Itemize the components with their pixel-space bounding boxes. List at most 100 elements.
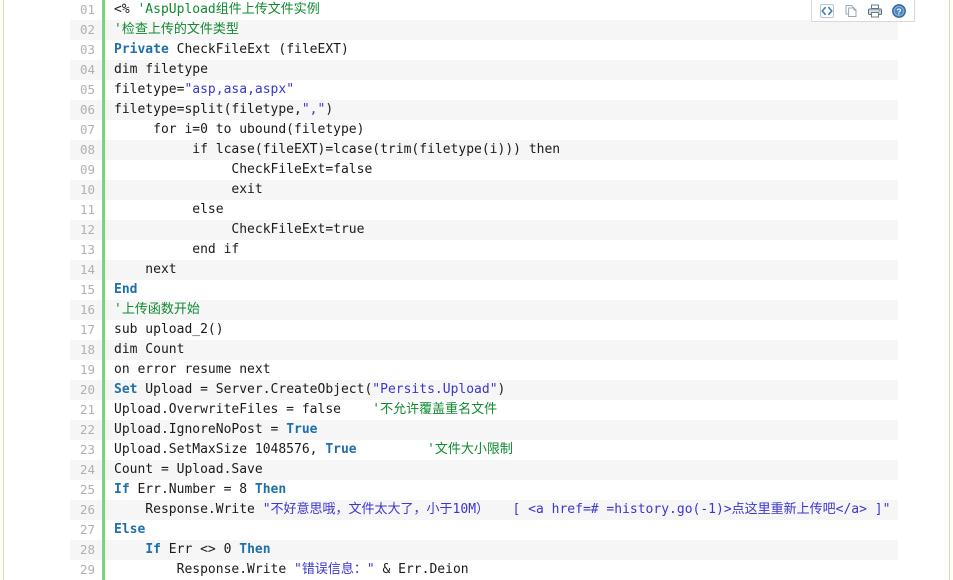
code-token-kw: Private [114,42,169,57]
code-token-txt: Response.Write [114,502,263,517]
code-line: 14 next [70,260,898,280]
code-token-txt: dim Count [114,342,184,357]
print-icon[interactable] [865,2,885,20]
code-token-cmt: '上传函数开始 [114,302,200,317]
code-token-str: "错误信息：" [294,562,375,577]
code-text: If Err.Number = 8 Then [105,480,898,500]
line-number: 20 [70,380,102,400]
line-number: 10 [70,180,102,200]
line-number: 16 [70,300,102,320]
code-text: dim filetype [105,60,898,80]
code-text: CheckFileExt=true [105,220,898,240]
code-line: 28 If Err <> 0 Then [70,540,898,560]
code-token-kw: If [114,482,130,497]
code-line: 12 CheckFileExt=true [70,220,898,240]
help-icon[interactable]: ? [889,2,909,20]
code-line: 05filetype="asp,asa,aspx" [70,80,898,100]
code-token-txt: CheckFileExt (fileEXT) [169,42,349,57]
code-text: end if [105,240,898,260]
code-line: 17sub upload_2() [70,320,898,340]
line-number: 21 [70,400,102,420]
code-line: 29 Response.Write "错误信息：" & Err.Deion [70,560,898,580]
code-text: '上传函数开始 [105,300,898,320]
code-token-txt: Upload.OverwriteFiles = false [114,402,372,417]
code-text: Response.Write "不好意思哦，文件太大了，小于10M） [ <a … [105,500,898,520]
line-number: 18 [70,340,102,360]
code-line: 22Upload.IgnoreNoPost = True [70,420,898,440]
code-token-kw: End [114,282,137,297]
code-text: sub upload_2() [105,320,898,340]
code-line: 24 Count = Upload.Save [70,460,898,480]
code-text: Upload.OverwriteFiles = false '不允许覆盖重名文件 [105,400,898,420]
code-line: 08 if lcase(fileEXT)=lcase(trim(filetype… [70,140,898,160]
line-number: 01 [70,0,102,20]
code-line: 03 Private CheckFileExt (fileEXT) [70,40,898,60]
code-line: 04 dim filetype [70,60,898,80]
code-text: if lcase(fileEXT)=lcase(trim(filetype(i)… [105,140,898,160]
code-token-txt: ) [498,382,506,397]
line-number: 13 [70,240,102,260]
code-token-txt: next [114,262,177,277]
code-token-cmt: '不允许覆盖重名文件 [372,402,497,417]
code-line: 02'检查上传的文件类型 [70,20,898,40]
line-number: 15 [70,280,102,300]
line-number: 29 [70,560,102,580]
code-token-str: "不好意思哦，文件太大了，小于10M） [ <a href=# =history… [263,502,891,517]
code-token-txt: dim filetype [114,62,208,77]
line-number: 25 [70,480,102,500]
code-token-txt [357,442,427,457]
code-line: 20Set Upload = Server.CreateObject("Pers… [70,380,898,400]
code-token-txt: Response.Write [114,562,294,577]
code-text: else [105,200,898,220]
code-line: 18 dim Count [70,340,898,360]
page-root: 01<% 'AspUpload组件上传文件实例02'检查上传的文件类型03Pri… [0,0,953,580]
code-token-txt: on error resume next [114,362,271,377]
code-text: End [105,280,898,300]
copy-icon[interactable] [841,2,861,20]
code-line: 16 '上传函数开始 [70,300,898,320]
code-line: 21Upload.OverwriteFiles = false '不允许覆盖重名… [70,400,898,420]
code-text: filetype="asp,asa,aspx" [105,80,898,100]
code-token-txt: for i=0 to ubound(filetype) [114,122,364,137]
code-token-txt: Upload.SetMaxSize 1048576, [114,442,325,457]
code-token-txt: Upload.IgnoreNoPost = [114,422,286,437]
code-line: 10 exit [70,180,898,200]
code-token-kw: Then [255,482,286,497]
code-token-txt: Count = Upload.Save [114,462,263,477]
code-text: filetype=split(filetype,",") [105,100,898,120]
line-number: 12 [70,220,102,240]
code-line: 25If Err.Number = 8 Then [70,480,898,500]
view-source-icon[interactable] [817,2,837,20]
code-line: 06filetype=split(filetype,",") [70,100,898,120]
code-text: next [105,260,898,280]
code-text: '检查上传的文件类型 [105,20,898,40]
line-number: 03 [70,40,102,60]
code-token-txt: Err <> 0 [161,542,239,557]
code-token-kw: True [325,442,356,457]
code-text: exit [105,180,898,200]
code-token-str: "," [302,102,325,117]
code-token-kw: Else [114,522,145,537]
code-text: dim Count [105,340,898,360]
code-line: 15 End [70,280,898,300]
code-token-txt: CheckFileExt=true [114,222,364,237]
line-number: 28 [70,540,102,560]
code-token-txt: Upload = Server.CreateObject( [137,382,372,397]
code-token-txt: CheckFileExt=false [114,162,372,177]
line-number: 22 [70,420,102,440]
code-token-cmt: '检查上传的文件类型 [114,22,239,37]
line-number: 08 [70,140,102,160]
code-text: for i=0 to ubound(filetype) [105,120,898,140]
code-token-str: "asp,asa,aspx" [184,82,294,97]
code-text: on error resume next [105,360,898,380]
line-number: 04 [70,60,102,80]
code-token-txt: <% [114,2,137,17]
code-token-txt: end if [114,242,239,257]
code-token-txt: sub upload_2() [114,322,224,337]
line-number: 24 [70,460,102,480]
code-token-txt: if lcase(fileEXT)=lcase(trim(filetype(i)… [114,142,560,157]
code-text: Set Upload = Server.CreateObject("Persit… [105,380,898,400]
code-line: 09 CheckFileExt=false [70,160,898,180]
code-token-txt: else [114,202,224,217]
line-number: 19 [70,360,102,380]
